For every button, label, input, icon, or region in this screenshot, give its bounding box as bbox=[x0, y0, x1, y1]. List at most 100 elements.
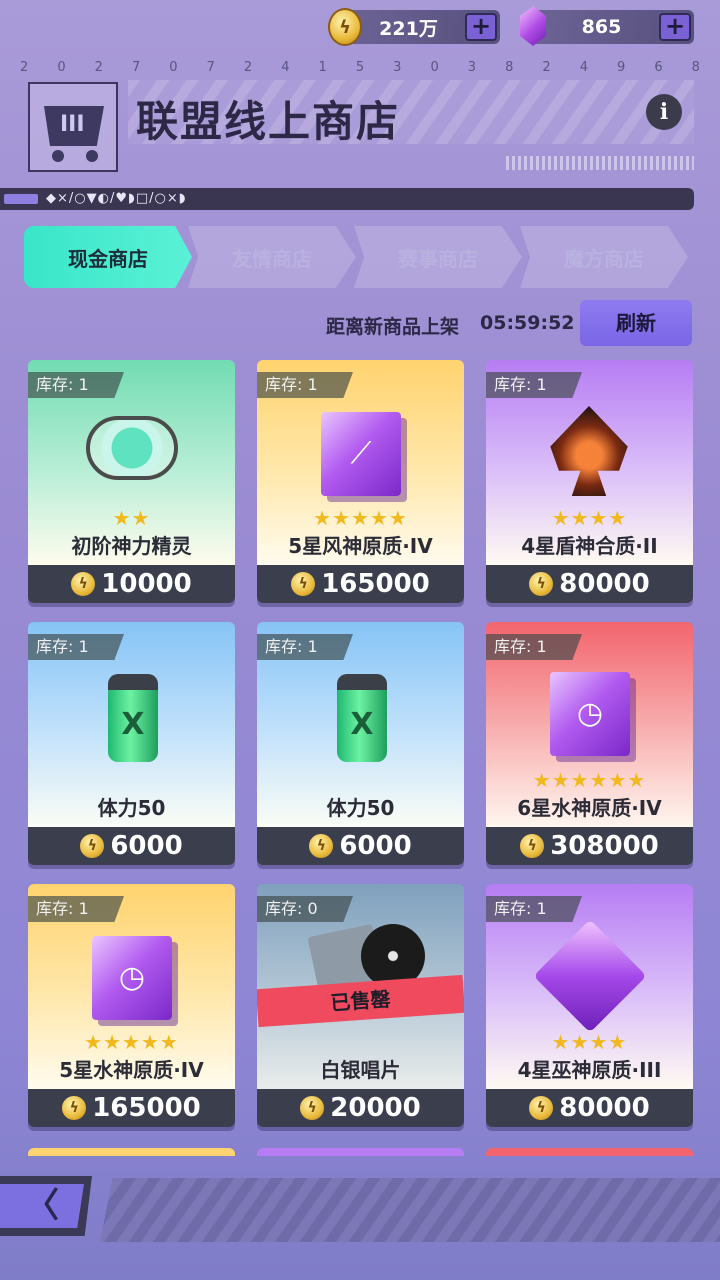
purple-gem-icon bbox=[520, 6, 546, 46]
gem-value: 865 bbox=[581, 16, 622, 38]
serial-digit: 0 bbox=[430, 60, 439, 75]
serial-digit: 7 bbox=[131, 60, 141, 75]
tab-cube-shop[interactable]: 魔方商店 bbox=[520, 226, 688, 288]
item-name: 4星盾神合质·II bbox=[521, 534, 658, 558]
lightning-coin-icon: ϟ bbox=[529, 1096, 554, 1120]
tab-cash-shop[interactable]: 现金商店 bbox=[24, 226, 192, 288]
lightning-coin-icon: ϟ bbox=[300, 1096, 325, 1120]
lightning-coin-icon: ϟ bbox=[520, 834, 545, 858]
item-price: 308000 bbox=[550, 831, 659, 861]
serial-digits: 2 0 2 7 0 7 2 4 1 5 3 0 3 8 2 4 9 6 8 bbox=[20, 60, 700, 75]
item-price: 80000 bbox=[559, 569, 650, 599]
stamina-can-icon: X bbox=[108, 674, 158, 762]
lightning-coin-icon: ϟ bbox=[291, 572, 316, 596]
currency-bar: ϟ 221万 + 865 + bbox=[0, 0, 720, 54]
tab-friendship-shop[interactable]: 友情商店 bbox=[188, 226, 356, 288]
bottom-bar bbox=[100, 1178, 720, 1242]
item-grid: 库存: 1 ★★ 初阶神力精灵 ϟ 10000 库存: 1 ⟋ ★★★★★ 5星风… bbox=[28, 360, 693, 1150]
lightning-coin-icon: ϟ bbox=[309, 834, 334, 858]
stock-label: 库存: 1 bbox=[257, 634, 353, 660]
shopping-cart-icon: III bbox=[28, 82, 118, 172]
shop-item-card[interactable]: 库存: 1 ★★★★ 4星盾神合质·II ϟ 80000 bbox=[486, 360, 693, 603]
serial-digit: 1 bbox=[318, 60, 327, 75]
add-coins-button[interactable]: + bbox=[465, 13, 497, 41]
item-name: 体力50 bbox=[326, 796, 395, 820]
star-rating: ★★★★ bbox=[551, 506, 628, 530]
item-price: 6000 bbox=[339, 831, 412, 861]
stock-label: 库存: 1 bbox=[486, 634, 582, 660]
serial-digit: 8 bbox=[691, 60, 700, 75]
next-row-card-edge bbox=[28, 1148, 235, 1156]
serial-digit: 3 bbox=[393, 60, 402, 75]
barcode-decoration bbox=[506, 156, 694, 170]
item-price: 10000 bbox=[101, 569, 192, 599]
serial-digit: 2 bbox=[20, 60, 29, 75]
lightning-coin-icon: ϟ bbox=[62, 1096, 87, 1120]
next-row-card-edge bbox=[257, 1148, 464, 1156]
serial-digit: 7 bbox=[206, 60, 215, 75]
item-name: 6星水神原质·IV bbox=[517, 796, 662, 820]
shop-item-card[interactable]: 库存: 1 ★★ 初阶神力精灵 ϟ 10000 bbox=[28, 360, 235, 603]
serial-digit: 0 bbox=[57, 60, 66, 75]
serial-digit: 9 bbox=[617, 60, 626, 75]
item-price: 80000 bbox=[559, 1093, 650, 1123]
price-bar: ϟ 80000 bbox=[486, 1089, 693, 1127]
spirit-item-icon bbox=[86, 416, 178, 480]
add-gems-button[interactable]: + bbox=[659, 13, 691, 41]
star-rating: ★★★★ bbox=[551, 1030, 628, 1054]
serial-digit: 0 bbox=[169, 60, 178, 75]
shop-item-card-sold-out[interactable]: 库存: 0 已售罄 白银唱片 ϟ 20000 bbox=[257, 884, 464, 1127]
next-row-card-edge bbox=[486, 1148, 693, 1156]
star-rating: ★★ bbox=[112, 506, 151, 530]
item-price: 6000 bbox=[110, 831, 183, 861]
item-price: 20000 bbox=[330, 1093, 421, 1123]
price-bar: ϟ 20000 bbox=[257, 1089, 464, 1127]
item-name: 5星水神原质·IV bbox=[59, 1058, 204, 1082]
shop-item-card[interactable]: 库存: 1 ◷ ★★★★★ 5星水神原质·IV ϟ 165000 bbox=[28, 884, 235, 1127]
serial-digit: 4 bbox=[281, 60, 290, 75]
item-name: 初阶神力精灵 bbox=[71, 534, 192, 558]
star-rating: ★★★★★ bbox=[313, 506, 408, 530]
item-price: 165000 bbox=[92, 1093, 201, 1123]
gem-balance: 865 + bbox=[520, 6, 694, 46]
item-name: 白银唱片 bbox=[320, 1058, 401, 1082]
serial-digit: 5 bbox=[355, 60, 365, 75]
price-bar: ϟ 10000 bbox=[28, 565, 235, 603]
page-title: 联盟线上商店 bbox=[136, 97, 401, 146]
serial-digit: 6 bbox=[654, 60, 663, 75]
shop-item-card[interactable]: 库存: 1 X 体力50 ϟ 6000 bbox=[257, 622, 464, 865]
bottom-nav: 〈 bbox=[0, 1166, 720, 1280]
item-name: 5星风神原质·IV bbox=[288, 534, 433, 558]
serial-digit: 2 bbox=[94, 60, 103, 75]
shop-item-card[interactable]: 库存: 1 ★★★★ 4星巫神原质·III ϟ 80000 bbox=[486, 884, 693, 1127]
shop-item-card[interactable]: 库存: 1 X 体力50 ϟ 6000 bbox=[28, 622, 235, 865]
timer-cube-icon: ◷ bbox=[92, 936, 172, 1020]
tab-event-shop[interactable]: 赛事商店 bbox=[354, 226, 522, 288]
restock-timer-label: 距离新商品上架 bbox=[326, 316, 460, 338]
stock-label: 库存: 1 bbox=[257, 372, 353, 398]
item-price: 165000 bbox=[321, 569, 430, 599]
refresh-button[interactable]: 刷新 bbox=[580, 300, 692, 346]
back-button[interactable]: 〈 bbox=[0, 1184, 84, 1228]
price-bar: ϟ 6000 bbox=[257, 827, 464, 865]
coin-balance: ϟ 221万 + bbox=[328, 8, 500, 46]
stock-label: 库存: 0 bbox=[257, 896, 353, 922]
serial-digit: 4 bbox=[579, 60, 588, 75]
price-bar: ϟ 6000 bbox=[28, 827, 235, 865]
lightning-coin-icon: ϟ bbox=[71, 572, 96, 596]
price-bar: ϟ 165000 bbox=[257, 565, 464, 603]
item-name: 体力50 bbox=[97, 796, 166, 820]
item-name: 4星巫神原质·III bbox=[517, 1058, 662, 1082]
star-rating: ★★★★★ bbox=[84, 1030, 179, 1054]
stamina-can-icon: X bbox=[337, 674, 387, 762]
shop-tabs: 现金商店 友情商店 赛事商店 魔方商店 bbox=[24, 226, 694, 288]
shop-item-card[interactable]: 库存: 1 ◷ ★★★★★★ 6星水神原质·IV ϟ 308000 bbox=[486, 622, 693, 865]
lightning-coin-icon: ϟ bbox=[328, 8, 362, 46]
serial-digit: 3 bbox=[467, 60, 477, 75]
price-bar: ϟ 308000 bbox=[486, 827, 693, 865]
restock-timer-value: 05:59:52 bbox=[480, 312, 575, 334]
info-button[interactable]: i bbox=[646, 94, 682, 130]
price-bar: ϟ 80000 bbox=[486, 565, 693, 603]
stock-label: 库存: 1 bbox=[28, 634, 124, 660]
shop-item-card[interactable]: 库存: 1 ⟋ ★★★★★ 5星风神原质·IV ϟ 165000 bbox=[257, 360, 464, 603]
